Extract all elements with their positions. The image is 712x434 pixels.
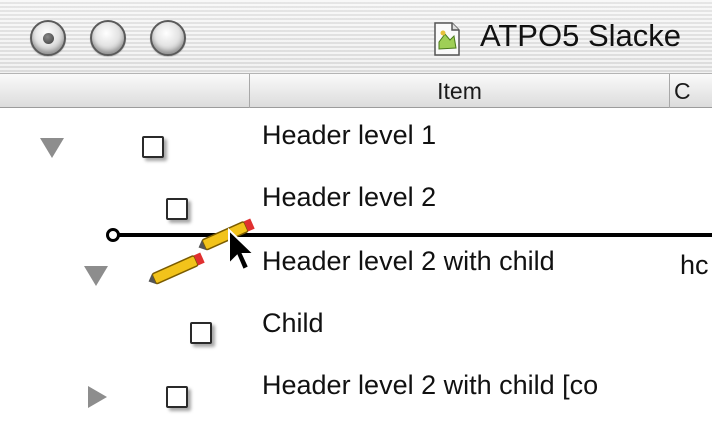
- disclosure-expanded-icon[interactable]: [40, 138, 64, 158]
- row-checkbox[interactable]: [166, 198, 188, 220]
- row-checkbox[interactable]: [142, 136, 164, 158]
- close-icon: [43, 33, 54, 44]
- outline-row[interactable]: Header level 2: [0, 170, 712, 232]
- column-header-item[interactable]: Item: [250, 74, 670, 108]
- outline-row[interactable]: Child: [0, 294, 712, 356]
- column-header-bar: Item C: [0, 74, 712, 108]
- row-label: Header level 1: [262, 120, 437, 150]
- disclosure-collapsed-icon[interactable]: [88, 386, 107, 408]
- zoom-button[interactable]: [150, 20, 186, 56]
- outline-row[interactable]: Header level 2 with child [co: [0, 356, 712, 418]
- minimize-button[interactable]: [90, 20, 126, 56]
- outline-row[interactable]: Header level 1: [0, 108, 712, 170]
- row-label: Child: [262, 308, 324, 338]
- window-title: ATPO5 Slacke: [480, 18, 682, 53]
- outline-view[interactable]: Header level 1 Header level 2 Header lev…: [0, 108, 712, 434]
- close-button[interactable]: [30, 20, 66, 56]
- outline-row[interactable]: Header level 2 with child hc: [0, 232, 712, 294]
- pencil-icon: [148, 252, 205, 285]
- column-header-blank[interactable]: [0, 74, 250, 108]
- drop-indicator-anchor: [106, 228, 120, 242]
- arrow-cursor-icon: [228, 228, 256, 272]
- row-label: Header level 2 with child: [262, 246, 555, 276]
- column-header-next[interactable]: C: [670, 74, 712, 108]
- document-icon: [434, 22, 460, 56]
- row-checkbox[interactable]: [190, 322, 212, 344]
- window-titlebar[interactable]: ATPO5 Slacke: [0, 0, 712, 74]
- disclosure-expanded-icon[interactable]: [84, 266, 108, 286]
- row-label: Header level 2: [262, 182, 437, 212]
- row-label: Header level 2 with child [co: [262, 370, 599, 400]
- row-checkbox[interactable]: [166, 386, 188, 408]
- row-next-column-value: hc: [680, 250, 709, 280]
